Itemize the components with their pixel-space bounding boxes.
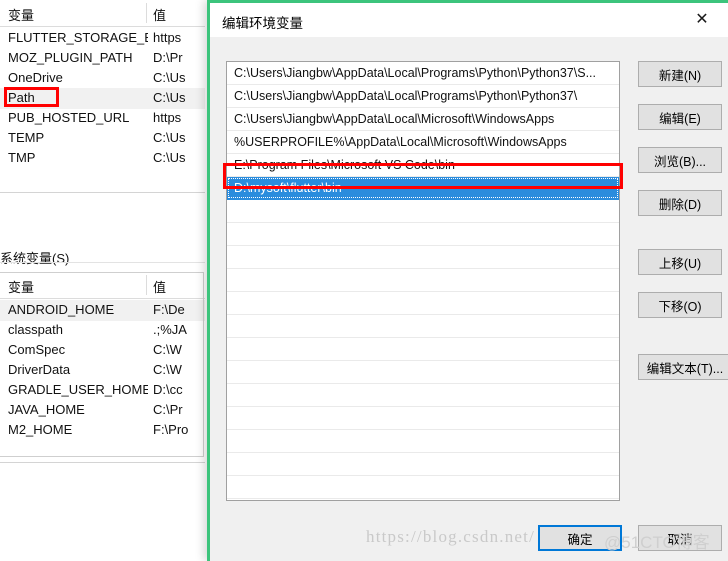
list-item-empty[interactable] — [227, 476, 619, 499]
delete-button[interactable]: 删除(D) — [638, 190, 722, 216]
system-column-header-value: 值 — [153, 280, 167, 295]
variable-value: C:\Pr — [153, 402, 183, 417]
table-row[interactable]: ComSpec C:\W — [0, 340, 205, 361]
list-item-empty[interactable] — [227, 269, 619, 292]
user-column-divider — [146, 3, 147, 23]
list-item-empty[interactable] — [227, 384, 619, 407]
system-variables-rule — [0, 262, 205, 263]
variable-name: TEMP — [8, 130, 45, 145]
list-item-empty[interactable] — [227, 223, 619, 246]
list-item-empty[interactable] — [227, 499, 619, 500]
variable-name: M2_HOME — [8, 422, 73, 437]
table-row[interactable]: ANDROID_HOME F:\De — [0, 300, 205, 321]
variable-value: https — [153, 30, 182, 45]
user-variables-panel: 变量 值 FLUTTER_STORAGE_BASE_ https MOZ_PLU… — [0, 0, 205, 200]
list-item[interactable]: E:\Program Files\Microsoft VS Code\bin — [227, 154, 619, 177]
variable-value: C:\Us — [153, 90, 186, 105]
system-variables-header: 变量 值 — [0, 272, 205, 299]
table-row[interactable]: M2_HOME F:\Pro — [0, 420, 205, 441]
variable-name: PUB_HOSTED_URL — [8, 110, 130, 125]
move-down-button[interactable]: 下移(O) — [638, 292, 722, 318]
list-item[interactable]: C:\Users\Jiangbw\AppData\Local\Microsoft… — [227, 108, 619, 131]
table-row[interactable]: GRADLE_USER_HOME D:\cc — [0, 380, 205, 401]
system-column-divider — [146, 275, 147, 295]
list-item-empty[interactable] — [227, 246, 619, 269]
ok-button[interactable]: 确定 — [538, 525, 622, 551]
table-row[interactable]: DriverData C:\W — [0, 360, 205, 381]
variable-value: .;%JA — [153, 322, 187, 337]
variable-name: DriverData — [8, 362, 71, 377]
system-panel-divider — [0, 462, 205, 463]
dialog-title: 编辑环境变量 — [222, 16, 303, 31]
variable-name: MOZ_PLUGIN_PATH — [8, 50, 133, 65]
variable-name: ComSpec — [8, 342, 66, 357]
variable-name: classpath — [8, 322, 63, 337]
list-item-empty[interactable] — [227, 430, 619, 453]
variable-value: C:\W — [153, 342, 182, 357]
variable-value: F:\De — [153, 302, 185, 317]
table-row[interactable]: FLUTTER_STORAGE_BASE_ https — [0, 28, 205, 49]
variable-name: Path — [8, 90, 35, 105]
list-item-empty[interactable] — [227, 338, 619, 361]
variable-name: JAVA_HOME — [8, 402, 85, 417]
path-entries-listbox[interactable]: C:\Users\Jiangbw\AppData\Local\Programs\… — [226, 61, 620, 501]
variable-name: GRADLE_USER_HOME — [8, 382, 148, 397]
list-item-empty[interactable] — [227, 361, 619, 384]
user-column-header-value: 值 — [153, 8, 167, 23]
variable-value: D:\Pr — [153, 50, 183, 65]
system-column-header-name: 变量 — [8, 280, 35, 295]
variable-name: FLUTTER_STORAGE_BASE_ — [8, 30, 148, 45]
table-row[interactable]: JAVA_HOME C:\Pr — [0, 400, 205, 421]
list-item[interactable]: C:\Users\Jiangbw\AppData\Local\Programs\… — [227, 85, 619, 108]
cancel-button[interactable]: 取消 — [638, 525, 722, 551]
user-column-header-name: 变量 — [8, 8, 35, 23]
list-item-empty[interactable] — [227, 292, 619, 315]
variable-value: D:\cc — [153, 382, 183, 397]
variable-value: C:\Us — [153, 150, 186, 165]
move-up-button[interactable]: 上移(U) — [638, 249, 722, 275]
variable-name: TMP — [8, 150, 36, 165]
list-item[interactable]: %USERPROFILE%\AppData\Local\Microsoft\Wi… — [227, 131, 619, 154]
variable-name: ANDROID_HOME — [8, 302, 115, 317]
table-row[interactable]: TEMP C:\Us — [0, 128, 205, 149]
variable-value: https — [153, 110, 182, 125]
variable-value: C:\W — [153, 362, 182, 377]
list-item-empty[interactable] — [227, 407, 619, 430]
list-item-selected[interactable]: D:\mysoft\flutter\bin — [227, 177, 619, 200]
dialog-titlebar: 编辑环境变量 ✕ — [210, 3, 728, 37]
list-item[interactable]: C:\Users\Jiangbw\AppData\Local\Programs\… — [227, 62, 619, 85]
list-item-empty[interactable] — [227, 453, 619, 476]
table-row[interactable]: OneDrive C:\Us — [0, 68, 205, 89]
list-item-empty[interactable] — [227, 315, 619, 338]
list-item-empty[interactable] — [227, 200, 619, 223]
list-item-label: D:\mysoft\flutter\bin — [234, 181, 342, 195]
system-variables-panel: 变量 值 ANDROID_HOME F:\De classpath .;%JA … — [0, 272, 205, 462]
system-variables-label: 系统变量(S) — [0, 251, 70, 266]
user-panel-divider — [0, 192, 205, 193]
table-row[interactable]: PUB_HOSTED_URL https — [0, 108, 205, 129]
table-row[interactable]: classpath .;%JA — [0, 320, 205, 341]
table-row-path[interactable]: Path C:\Us — [0, 88, 205, 109]
edit-text-button[interactable]: 编辑文本(T)... — [638, 354, 728, 380]
browse-button[interactable]: 浏览(B)... — [638, 147, 722, 173]
table-row[interactable]: MOZ_PLUGIN_PATH D:\Pr — [0, 48, 205, 69]
variable-value: C:\Us — [153, 70, 186, 85]
new-button[interactable]: 新建(N) — [638, 61, 722, 87]
user-variables-header: 变量 值 — [0, 0, 205, 27]
variable-name: OneDrive — [8, 70, 63, 85]
close-icon[interactable]: ✕ — [680, 3, 724, 35]
table-row[interactable]: TMP C:\Us — [0, 148, 205, 169]
edit-button[interactable]: 编辑(E) — [638, 104, 722, 130]
variable-value: F:\Pro — [153, 422, 189, 437]
variable-value: C:\Us — [153, 130, 186, 145]
edit-environment-variable-dialog: 编辑环境变量 ✕ C:\Users\Jiangbw\AppData\Local\… — [207, 0, 728, 561]
